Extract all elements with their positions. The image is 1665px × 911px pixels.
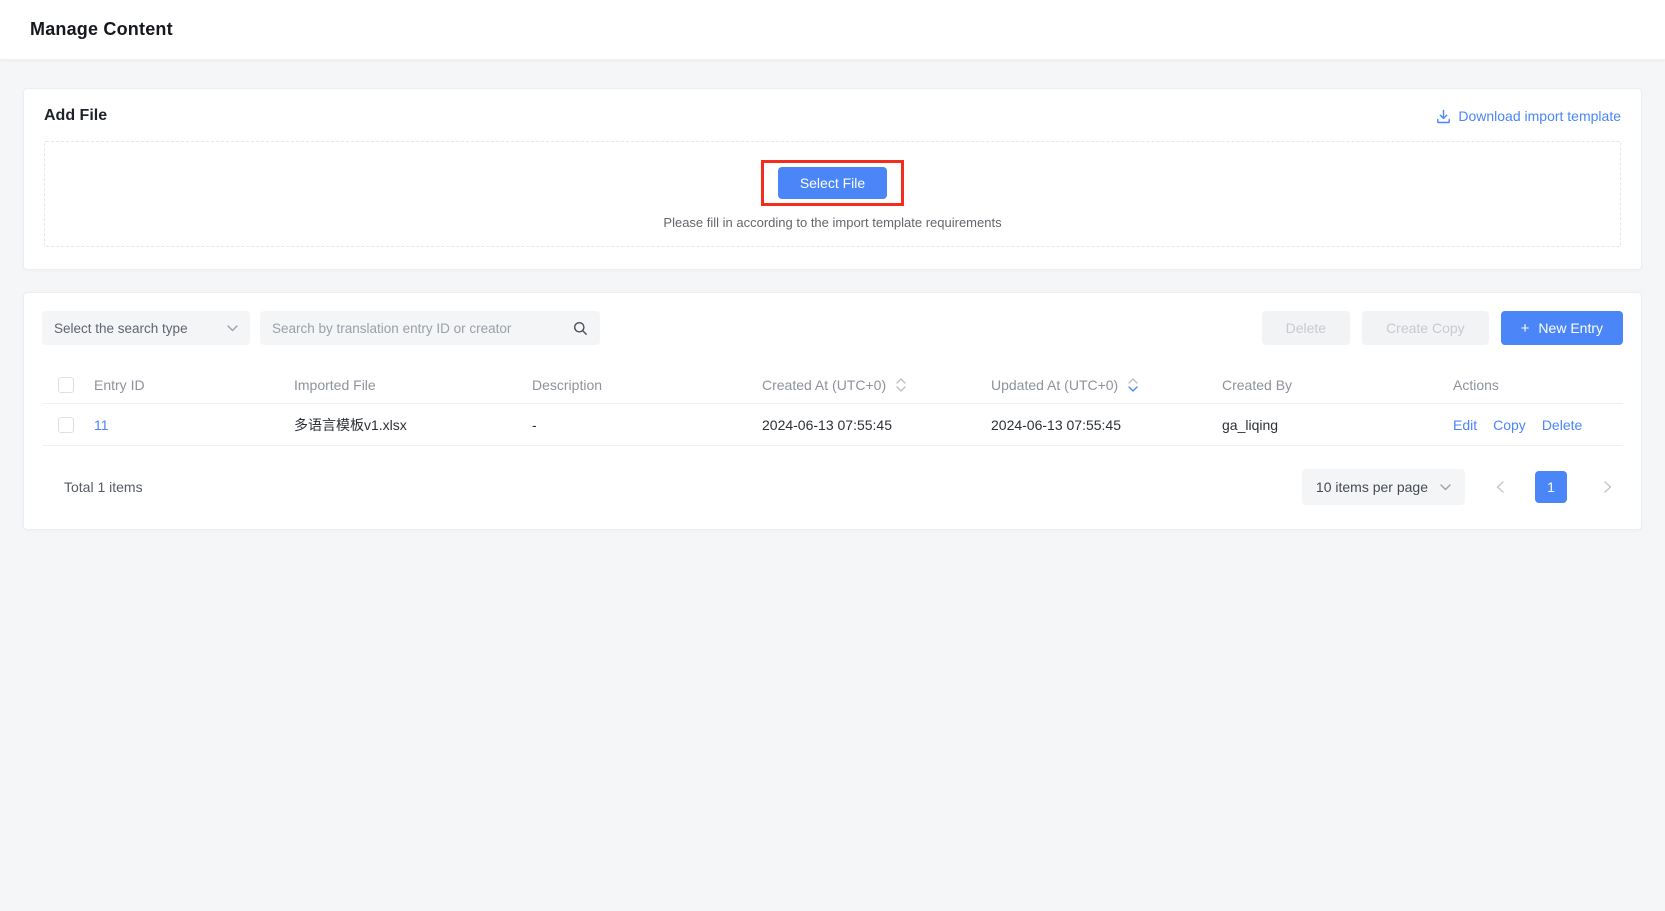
- created-at-sorter[interactable]: [896, 378, 906, 392]
- table-header-row: Entry ID Imported File Description Creat…: [42, 367, 1623, 403]
- chevron-left-icon: [1496, 481, 1504, 493]
- search-field: [260, 311, 600, 345]
- page-size-value: 10 items per page: [1316, 479, 1428, 495]
- caret-down-icon: [896, 386, 906, 392]
- entries-table: Entry ID Imported File Description Creat…: [42, 367, 1623, 446]
- new-entry-button-label: New Entry: [1538, 320, 1603, 336]
- list-toolbar: Select the search type Delete Create Cop…: [42, 311, 1623, 345]
- column-header-imported-file: Imported File: [286, 377, 524, 393]
- updated-at-cell: 2024-06-13 07:55:45: [983, 417, 1214, 433]
- actions-cell: Edit Copy Delete: [1445, 417, 1623, 433]
- search-icon[interactable]: [573, 321, 588, 336]
- page-size-select[interactable]: 10 items per page: [1302, 469, 1465, 505]
- pagination: 10 items per page 1: [1302, 469, 1623, 505]
- table-footer: Total 1 items 10 items per page 1: [42, 469, 1623, 505]
- download-import-template-link[interactable]: Download import template: [1436, 108, 1621, 124]
- copy-action-link[interactable]: Copy: [1493, 417, 1526, 433]
- entry-id-link[interactable]: 11: [94, 417, 109, 433]
- delete-action-link[interactable]: Delete: [1542, 417, 1582, 433]
- page-content: Add File Download import template Select…: [0, 60, 1665, 530]
- download-link-label: Download import template: [1458, 108, 1621, 124]
- caret-up-icon: [896, 378, 906, 384]
- column-header-entry-id: Entry ID: [86, 377, 286, 393]
- column-header-updated-at: Updated At (UTC+0): [983, 377, 1214, 393]
- chevron-down-icon: [227, 325, 238, 332]
- column-header-created-by: Created By: [1214, 377, 1445, 393]
- total-items-text: Total 1 items: [42, 479, 143, 495]
- top-bar: Manage Content: [0, 0, 1665, 60]
- caret-up-icon: [1128, 378, 1138, 384]
- search-type-select-value: Select the search type: [54, 321, 188, 336]
- chevron-right-icon: [1604, 481, 1612, 493]
- updated-at-sorter[interactable]: [1128, 378, 1138, 392]
- edit-action-link[interactable]: Edit: [1453, 417, 1477, 433]
- new-entry-button[interactable]: + New Entry: [1501, 311, 1623, 345]
- search-type-select[interactable]: Select the search type: [42, 311, 250, 345]
- row-checkbox[interactable]: [58, 417, 74, 433]
- add-file-title: Add File: [44, 107, 107, 125]
- delete-button[interactable]: Delete: [1262, 311, 1350, 345]
- page-title: Manage Content: [30, 19, 173, 40]
- caret-down-icon-active: [1128, 386, 1138, 392]
- chevron-down-icon: [1440, 484, 1451, 491]
- page-number-button[interactable]: 1: [1535, 471, 1567, 503]
- download-icon: [1436, 109, 1451, 124]
- column-header-actions: Actions: [1445, 377, 1623, 393]
- created-at-cell: 2024-06-13 07:55:45: [754, 417, 983, 433]
- upload-hint-text: Please fill in according to the import t…: [663, 215, 1001, 230]
- select-all-checkbox[interactable]: [58, 377, 74, 393]
- select-file-button[interactable]: Select File: [778, 167, 887, 199]
- created-by-cell: ga_liqing: [1214, 417, 1445, 433]
- description-cell: -: [524, 417, 754, 433]
- column-header-created-at: Created At (UTC+0): [754, 377, 983, 393]
- annotation-highlight-box: Select File: [761, 160, 904, 206]
- plus-icon: +: [1521, 321, 1530, 336]
- add-file-card: Add File Download import template Select…: [23, 88, 1642, 270]
- upload-dropzone[interactable]: Select File Please fill in according to …: [44, 141, 1621, 247]
- search-input[interactable]: [272, 321, 573, 336]
- next-page-button[interactable]: [1593, 472, 1623, 502]
- table-row: 11 多语言模板v1.xlsx - 2024-06-13 07:55:45 20…: [42, 403, 1623, 446]
- imported-file-cell: 多语言模板v1.xlsx: [286, 415, 524, 435]
- previous-page-button[interactable]: [1485, 472, 1515, 502]
- create-copy-button[interactable]: Create Copy: [1362, 311, 1489, 345]
- content-list-card: Select the search type Delete Create Cop…: [23, 292, 1642, 530]
- column-header-description: Description: [524, 377, 754, 393]
